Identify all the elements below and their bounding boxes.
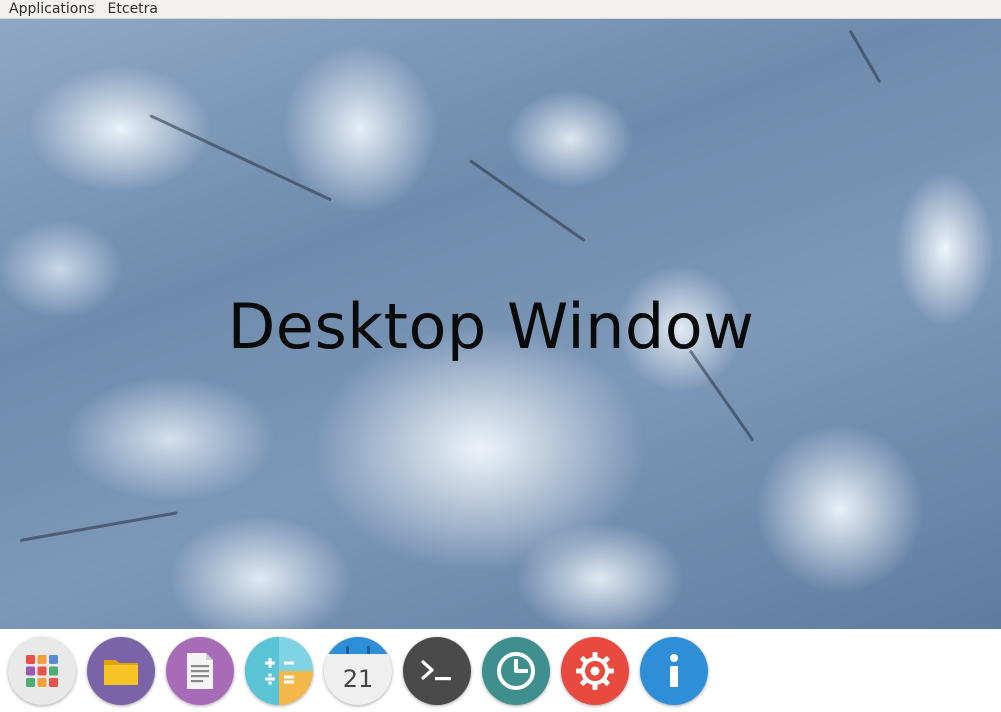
desktop-window[interactable]: Desktop Window	[0, 19, 1001, 629]
dock: 21	[0, 629, 1001, 712]
calculator-icon[interactable]	[245, 636, 313, 705]
calendar-icon[interactable]: 21	[324, 636, 392, 705]
menu-applications[interactable]: Applications	[0, 1, 102, 18]
top-menubar: Applications Etcetra	[0, 0, 1001, 19]
files-icon[interactable]	[87, 636, 155, 705]
wallpaper-branch	[469, 159, 586, 243]
settings-icon[interactable]	[561, 636, 629, 705]
calendar-day: 21	[342, 664, 374, 693]
app-grid-icon[interactable]	[8, 636, 76, 705]
system-monitor-icon[interactable]	[482, 636, 550, 705]
info-icon[interactable]	[640, 636, 708, 705]
terminal-icon[interactable]	[403, 636, 471, 705]
wallpaper-branch	[19, 511, 178, 542]
wallpaper-branch	[149, 114, 332, 202]
wallpaper-branch	[848, 29, 882, 84]
wallpaper-branch	[688, 349, 755, 442]
menu-etcetera[interactable]: Etcetra	[102, 1, 165, 18]
text-editor-icon[interactable]	[166, 636, 234, 705]
desktop-title: Desktop Window	[227, 290, 755, 363]
